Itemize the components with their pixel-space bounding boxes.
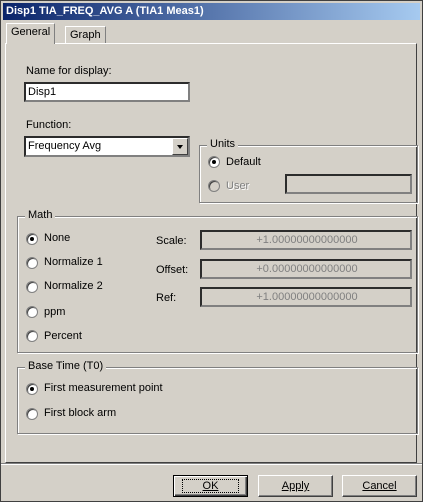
radio-dot-icon <box>212 160 216 164</box>
dropdown-arrow-icon[interactable] <box>172 138 188 155</box>
radio-dot-icon <box>30 387 34 391</box>
ref-input[interactable]: +1.00000000000000 <box>200 287 412 307</box>
name-label: Name for display: <box>26 65 112 77</box>
cancel-button-label: Cancel <box>362 480 397 492</box>
math-none-radio[interactable] <box>26 233 38 245</box>
function-select[interactable]: Frequency Avg <box>24 136 190 157</box>
cancel-button[interactable]: Cancel <box>342 475 417 497</box>
first-measurement-radio[interactable] <box>26 383 38 395</box>
units-legend: Units <box>207 138 239 150</box>
ok-button-label: OK <box>181 479 240 493</box>
window-title: Disp1 TIA_FREQ_AVG A (TIA1 Meas1) <box>3 3 420 20</box>
units-user-radio[interactable] <box>208 180 220 192</box>
math-ppm-label: ppm <box>44 306 66 318</box>
base-time-legend: Base Time (T0) <box>25 360 107 372</box>
first-block-arm-label: First block arm <box>44 407 117 419</box>
units-default-label: Default <box>226 156 261 168</box>
radio-dot-icon <box>30 237 34 241</box>
first-block-arm-radio[interactable] <box>26 408 38 420</box>
math-normalize2-label: Normalize 2 <box>44 280 103 292</box>
offset-label: Offset: <box>156 264 189 276</box>
apply-button-label: Apply <box>281 480 310 492</box>
first-measurement-label: First measurement point <box>44 382 163 394</box>
button-separator <box>1 463 422 465</box>
math-percent-label: Percent <box>44 330 82 342</box>
function-label: Function: <box>26 119 72 131</box>
math-ppm-radio[interactable] <box>26 306 38 318</box>
math-normalize1-label: Normalize 1 <box>44 256 103 268</box>
dialog-window: Disp1 TIA_FREQ_AVG A (TIA1 Meas1) Genera… <box>0 0 423 502</box>
math-percent-radio[interactable] <box>26 330 38 342</box>
name-input[interactable]: Disp1 <box>24 82 190 102</box>
tab-graph[interactable]: Graph <box>65 26 106 44</box>
scale-label: Scale: <box>156 235 187 247</box>
tab-general[interactable]: General <box>6 23 56 44</box>
ok-button[interactable]: OK <box>173 475 248 497</box>
math-normalize2-radio[interactable] <box>26 281 38 293</box>
ref-label: Ref: <box>156 292 177 304</box>
function-value: Frequency Avg <box>28 140 102 152</box>
units-default-radio[interactable] <box>208 156 220 168</box>
offset-input[interactable]: +0.00000000000000 <box>200 259 412 279</box>
math-normalize1-radio[interactable] <box>26 257 38 269</box>
scale-input[interactable]: +1.00000000000000 <box>200 230 412 250</box>
apply-button[interactable]: Apply <box>258 475 333 497</box>
math-legend: Math <box>25 209 56 221</box>
math-none-label: None <box>44 232 71 244</box>
units-user-input[interactable] <box>285 174 412 194</box>
base-time-group: Base Time (T0) <box>17 360 418 434</box>
units-user-label: User <box>226 180 250 192</box>
